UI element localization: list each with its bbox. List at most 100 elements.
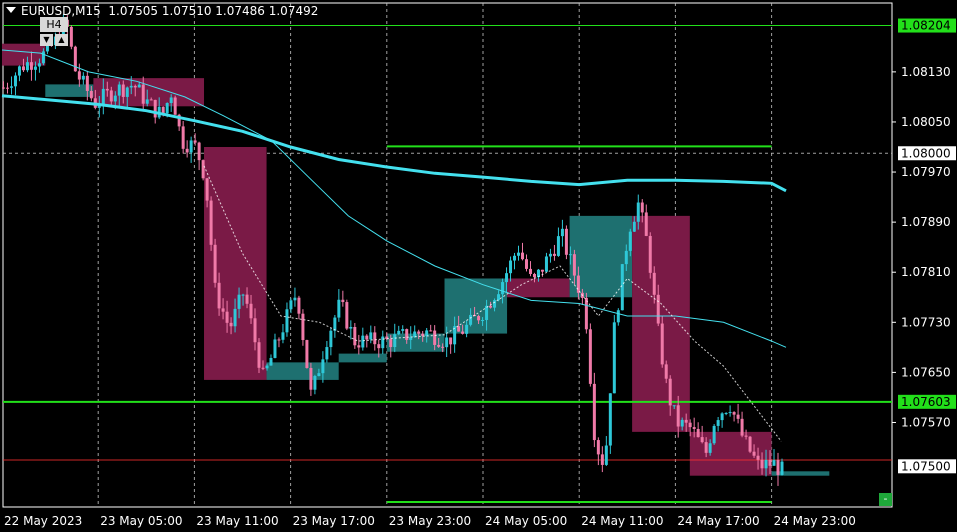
candle-body <box>209 200 213 245</box>
candle-body <box>365 335 369 340</box>
y-tick-label: 1.08130 <box>901 65 951 79</box>
candle-body <box>297 297 301 314</box>
candle-body <box>588 329 592 384</box>
h4-box <box>771 471 830 476</box>
candle-body <box>281 332 285 340</box>
candle-body <box>117 84 121 96</box>
x-tick-label: 23 May 17:00 <box>293 514 375 528</box>
candle-body <box>548 253 552 257</box>
candle-body <box>489 305 493 308</box>
h4-box <box>338 353 387 363</box>
candle-body <box>129 85 133 88</box>
candle-body <box>752 451 756 456</box>
candle-body <box>540 269 544 272</box>
candle-body <box>17 66 21 76</box>
candle-body <box>277 339 281 341</box>
candle-body <box>109 90 113 102</box>
chart-header: EURUSD,M15 1.07505 1.07510 1.07486 1.074… <box>6 4 318 18</box>
candle-body <box>149 99 153 101</box>
candle-body <box>237 294 241 309</box>
candle-body <box>253 318 257 343</box>
candle-body <box>5 87 9 89</box>
candle-body <box>245 294 249 304</box>
candle-body <box>369 332 373 340</box>
candle-body <box>552 253 556 256</box>
price-label: 1.07500 <box>901 459 951 473</box>
candle-body <box>660 323 664 365</box>
candle-body <box>620 264 624 311</box>
x-tick-label: 23 May 05:00 <box>100 514 182 528</box>
candle-body <box>465 324 469 334</box>
h4-box <box>204 147 267 380</box>
candle-body <box>301 313 305 341</box>
scroll-up-button[interactable]: ▲ <box>55 34 68 46</box>
h4-box <box>266 362 339 380</box>
scroll-down-button[interactable]: ▼ <box>40 34 53 46</box>
candle-body <box>700 437 704 443</box>
candle-body <box>77 71 81 80</box>
symbol-label: EURUSD,M15 <box>21 4 101 18</box>
candle-body <box>265 365 269 369</box>
candle-body <box>325 347 329 360</box>
candle-body <box>257 342 261 368</box>
candle-body <box>201 160 205 179</box>
ohlc-readout: 1.07505 1.07510 1.07486 1.07492 <box>108 4 319 18</box>
candle-body <box>381 336 385 349</box>
symbol-menu-icon[interactable] <box>6 7 16 13</box>
candle-body <box>89 90 93 99</box>
timeframe-box[interactable]: H4 <box>40 17 68 32</box>
candle-body <box>560 228 564 237</box>
candle-body <box>249 303 253 319</box>
candle-body <box>477 316 481 321</box>
candle-body <box>505 273 509 283</box>
candle-body <box>353 326 357 346</box>
y-tick-label: 1.07970 <box>901 165 951 179</box>
candle-body <box>704 442 708 453</box>
candle-body <box>425 330 429 336</box>
candle-body <box>772 460 776 466</box>
candle-body <box>592 383 596 441</box>
candle-body <box>728 412 732 414</box>
candle-body <box>393 334 397 348</box>
candle-body <box>113 95 117 102</box>
candle-body <box>748 436 752 452</box>
price-label: 1.07603 <box>901 395 951 409</box>
price-chart[interactable]: 22 May 2023 23 May 05:00 23 May 11:00 23 Ma… <box>0 0 957 532</box>
candle-body <box>672 405 676 407</box>
candle-body <box>33 66 37 70</box>
candle-body <box>524 259 528 269</box>
candle-body <box>604 445 608 465</box>
candle-body <box>481 319 485 321</box>
candle-body <box>509 260 513 274</box>
candle-body <box>744 435 748 437</box>
x-tick-label: 24 May 11:00 <box>581 514 663 528</box>
candle-body <box>445 337 449 348</box>
candle-body <box>708 443 712 453</box>
candle-body <box>497 294 501 301</box>
candle-body <box>461 331 465 334</box>
candle-body <box>373 332 377 345</box>
candle-body <box>81 75 85 80</box>
candle-body <box>780 461 784 475</box>
candle-body <box>457 326 461 332</box>
candle-body <box>437 344 441 347</box>
candle-body <box>469 314 473 325</box>
candle-body <box>137 84 141 88</box>
collapse-button[interactable]: - <box>879 493 892 506</box>
candle-body <box>632 221 636 232</box>
candle-body <box>161 106 165 114</box>
candle-body <box>513 255 517 261</box>
candle-body <box>401 329 405 331</box>
candle-body <box>313 376 317 390</box>
candle-body <box>101 88 105 105</box>
candle-body <box>309 367 313 390</box>
candle-body <box>740 418 744 436</box>
candle-body <box>676 405 680 427</box>
candle-body <box>556 236 560 256</box>
candle-body <box>584 297 588 330</box>
candle-body <box>644 212 648 236</box>
candle-body <box>417 331 421 334</box>
candle-body <box>221 308 225 312</box>
x-tick-label: 23 May 23:00 <box>389 514 471 528</box>
candle-body <box>636 202 640 222</box>
